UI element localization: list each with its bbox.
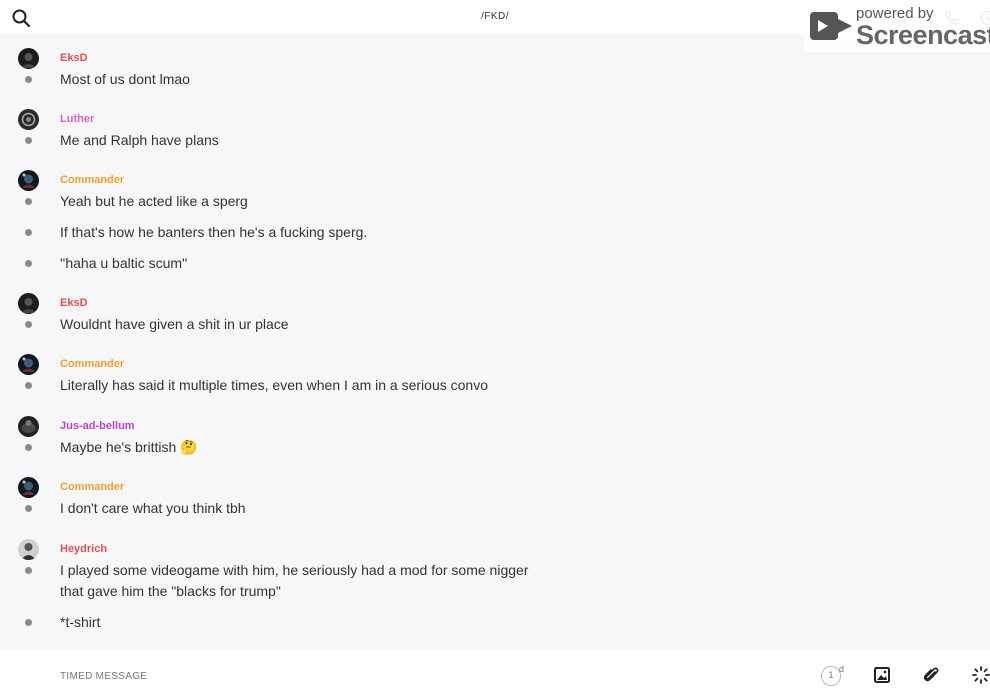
message-dot-icon — [25, 619, 32, 626]
message-text: ''haha u baltic scum'' — [60, 255, 188, 271]
sender-name[interactable]: Luther — [60, 113, 94, 125]
message-dot-icon — [25, 567, 32, 574]
avatar-commander[interactable] — [18, 477, 39, 498]
message-dot-icon — [25, 229, 32, 236]
timed-message-input[interactable] — [60, 666, 760, 686]
message-dot-icon — [25, 321, 32, 328]
message-dot-icon — [25, 444, 32, 451]
message-dot-icon — [25, 505, 32, 512]
message-text: I played some videogame with him, he ser… — [60, 562, 529, 578]
image-icon[interactable] — [872, 665, 892, 685]
message-text: that gave him the "blacks for trump" — [60, 583, 281, 599]
message-dot-icon — [25, 198, 32, 205]
message-list: EksD Most of us dont lmao Luther Me and … — [0, 34, 990, 650]
timer-button[interactable]: 1 — [821, 666, 841, 686]
message-dot-icon — [25, 137, 32, 144]
message-text: Most of us dont lmao — [60, 71, 190, 87]
avatar-eksd[interactable] — [18, 48, 39, 69]
message-text: Me and Ralph have plans — [60, 132, 219, 148]
message-dot-icon — [25, 76, 32, 83]
avatar-luther[interactable] — [18, 109, 39, 130]
avatar-eksd[interactable] — [18, 293, 39, 314]
loading-spinner-icon[interactable] — [971, 665, 990, 685]
message-text: Literally has said it multiple times, ev… — [60, 377, 488, 393]
message-text: *t-shirt — [60, 614, 101, 630]
message-text: If that's how he banters then he's a fuc… — [60, 224, 368, 240]
avatar-heydrich[interactable] — [18, 539, 39, 560]
avatar-commander[interactable] — [18, 354, 39, 375]
sender-name[interactable]: Commander — [60, 481, 124, 493]
avatar-jus-ad-bellum[interactable] — [18, 416, 39, 437]
sender-name[interactable]: Heydrich — [60, 543, 107, 555]
message-dot-icon — [25, 382, 32, 389]
sender-name[interactable]: EksD — [60, 297, 88, 309]
sender-name[interactable]: Jus-ad-bellum — [60, 420, 135, 432]
sender-name[interactable]: Commander — [60, 174, 124, 186]
attachment-icon[interactable] — [921, 665, 941, 685]
message-text: Wouldnt have given a shit in ur place — [60, 316, 289, 332]
sender-name[interactable]: EksD — [60, 52, 88, 64]
sender-name[interactable]: Commander — [60, 358, 124, 370]
message-text: Maybe he's brittish 🤔 — [60, 439, 198, 455]
composer-bar: 1 d — [0, 650, 990, 700]
message-text: Yeah but he acted like a sperg — [60, 193, 248, 209]
message-text: I don't care what you think tbh — [60, 500, 246, 516]
timer-unit-label: d — [839, 664, 845, 674]
message-dot-icon — [25, 260, 32, 267]
avatar-commander[interactable] — [18, 170, 39, 191]
